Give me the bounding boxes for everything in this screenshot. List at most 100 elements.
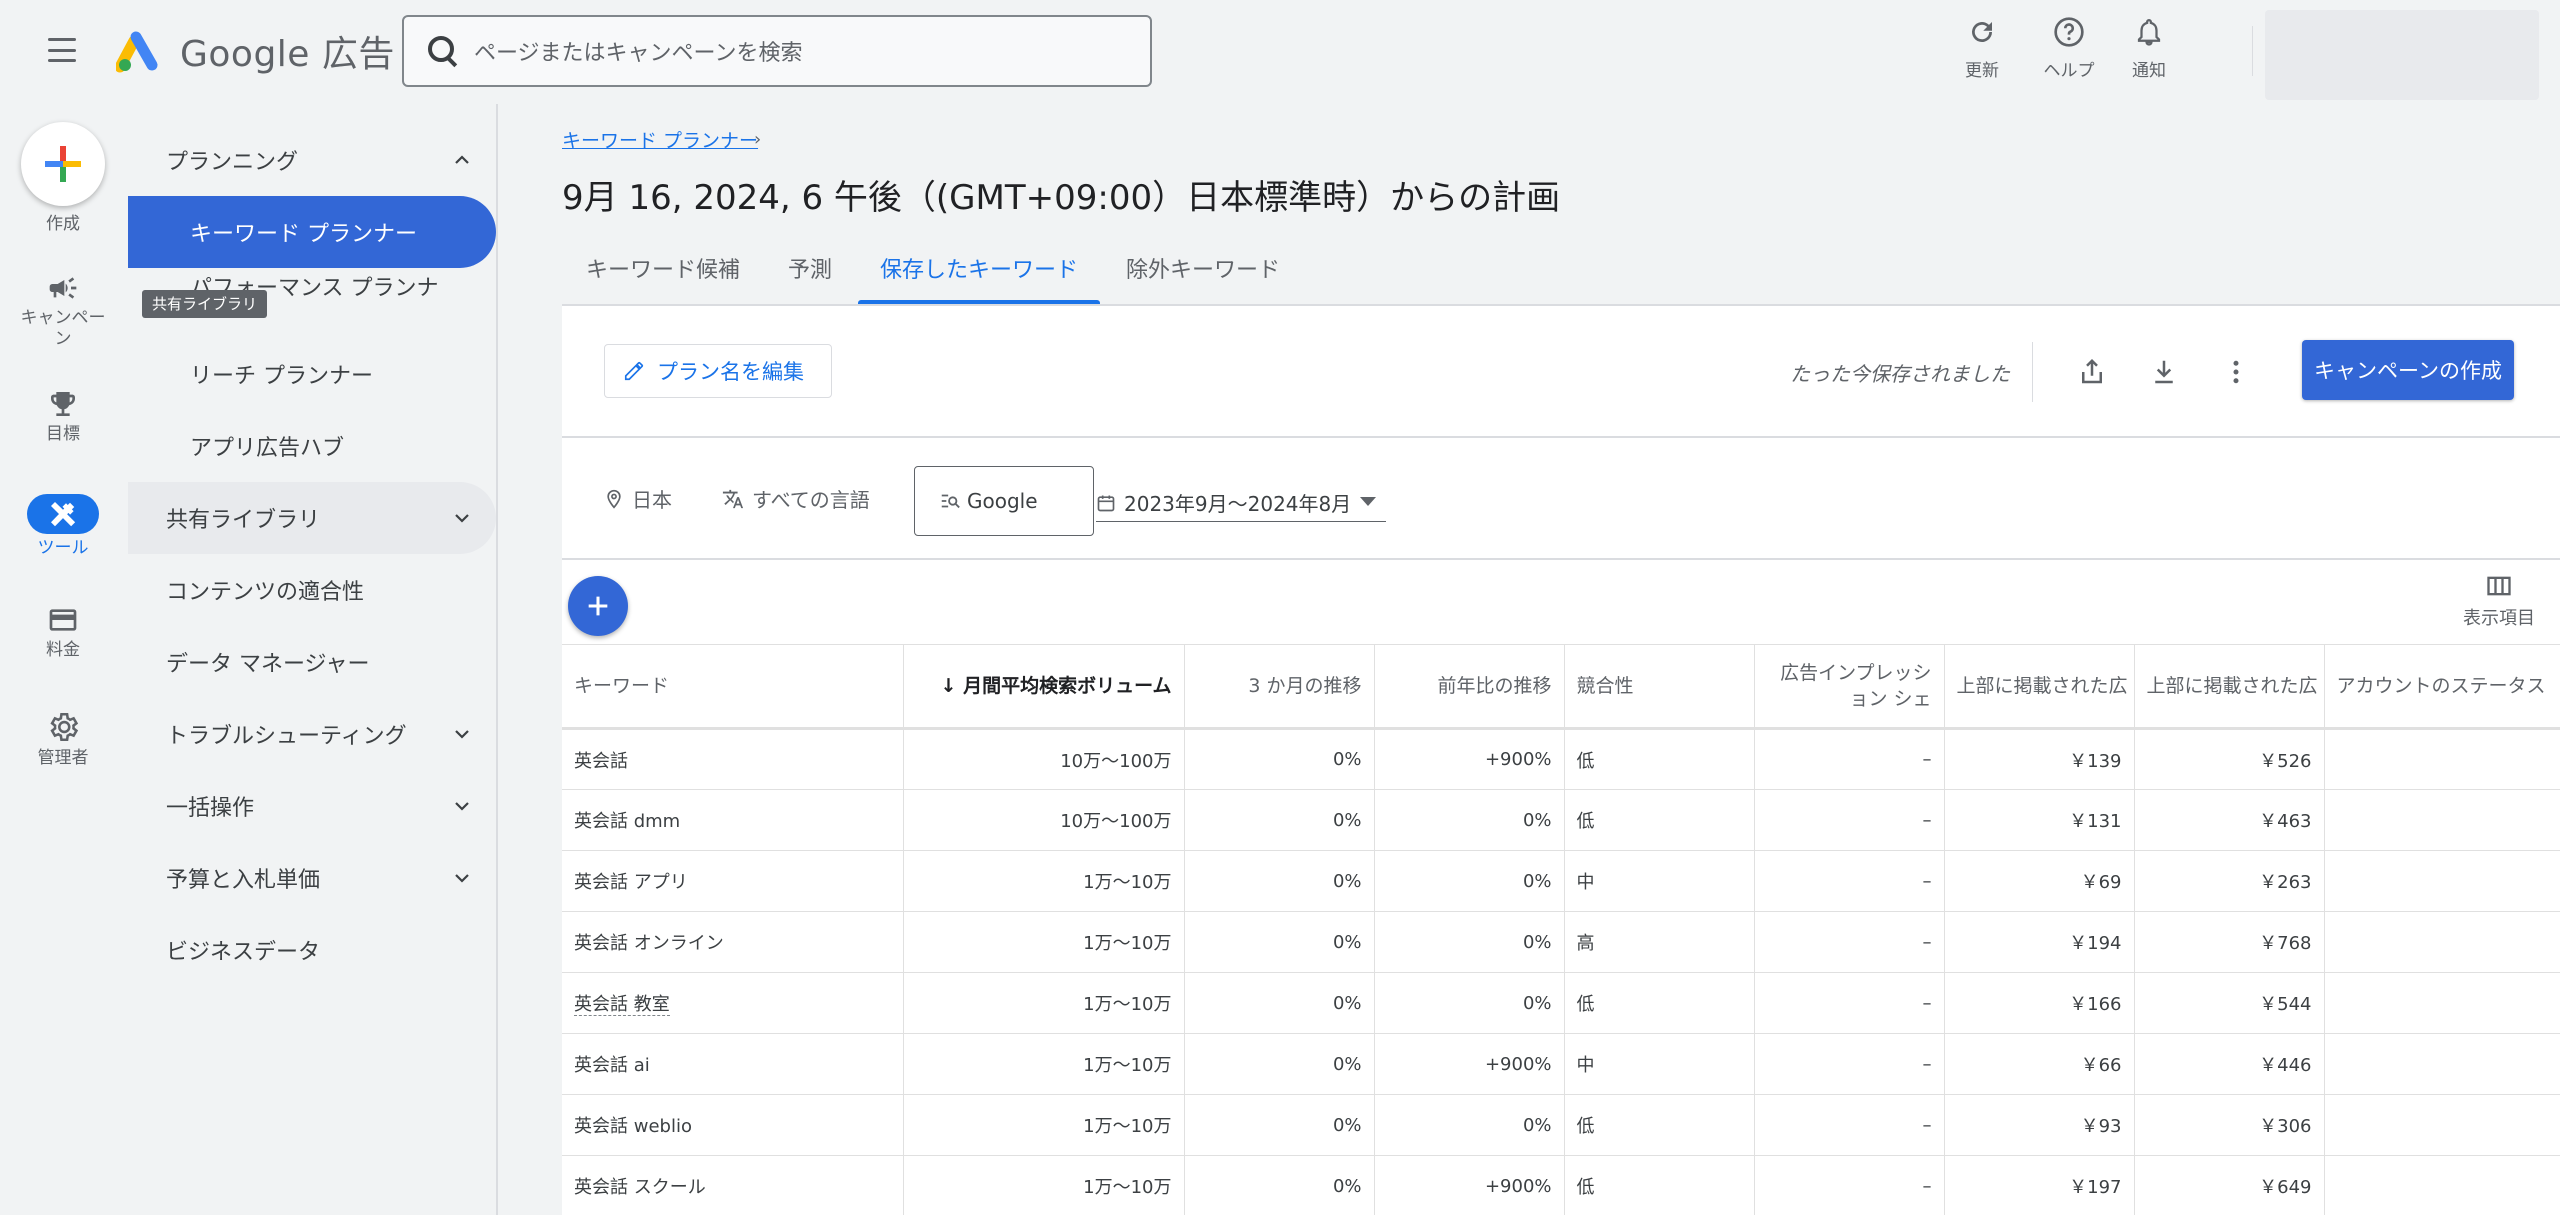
col-volume[interactable]: ↓ 月間平均検索ボリューム	[903, 644, 1185, 730]
date-range-filter[interactable]: 2023年9月〜2024年8月	[1096, 484, 1386, 522]
plus-icon	[45, 146, 81, 182]
cell-keyword-text: 英会話 dmm	[574, 811, 681, 832]
account-switcher[interactable]	[2265, 10, 2539, 100]
edit-plan-name-button[interactable]: プラン名を編集	[604, 344, 832, 398]
refresh-button[interactable]: 更新	[1937, 14, 2027, 81]
cell-trend3m-text: 0%	[1332, 992, 1362, 1014]
table-row[interactable]: 英会話 dmm 10万〜100万 0% 0% 低 – ￥131 ￥463	[562, 789, 2560, 851]
rail-campaigns-label: キャンペーン	[20, 308, 106, 349]
breadcrumb[interactable]: キーワード プランナー	[562, 126, 758, 153]
tab-keyword-ideas[interactable]: キーワード候補	[562, 244, 764, 304]
cell-top-bid-low: ￥139	[1944, 728, 2135, 790]
rail-item-billing[interactable]: 料金	[0, 604, 126, 661]
cell-keyword[interactable]: 英会話 weblio	[562, 1094, 904, 1156]
tab-negative-keywords[interactable]: 除外キーワード	[1102, 244, 1304, 304]
col-impression-share[interactable]: 広告インプレッション シェ	[1754, 644, 1945, 730]
cell-volume-text: 1万〜10万	[1083, 872, 1172, 893]
google-ads-logo-icon	[116, 31, 158, 73]
keywords-table: キーワード ↓ 月間平均検索ボリューム 3 か月の推移 前年比の推移 競合性 広…	[562, 644, 2560, 1215]
create-button[interactable]	[21, 122, 105, 206]
table-row[interactable]: 英会話 weblio 1万〜10万 0% 0% 低 – ￥93 ￥306	[562, 1094, 2560, 1156]
cell-keyword-text: 英会話 ai	[574, 1055, 650, 1076]
nav-data-manager[interactable]: データ マネージャー	[128, 626, 496, 698]
cell-keyword-text: 英会話 スクール	[574, 1177, 706, 1198]
nav-shared-library-label: 共有ライブラリ	[166, 508, 321, 533]
rail-item-goals[interactable]: 目標	[0, 388, 126, 445]
rail-item-tools[interactable]: ツール	[0, 494, 126, 559]
create-campaign-button[interactable]: キャンペーンの作成	[2302, 340, 2514, 400]
cell-account-status	[2324, 850, 2560, 912]
more-options-button[interactable]	[2214, 350, 2258, 394]
cell-keyword[interactable]: 英会話	[562, 728, 904, 790]
network-filter-label: Google	[967, 489, 1038, 513]
col-account-status[interactable]: アカウントのステータス	[2324, 644, 2560, 730]
rail-create-label-wrap[interactable]: 作成	[0, 210, 126, 235]
cell-keyword[interactable]: 英会話 dmm	[562, 789, 904, 851]
location-filter-label: 日本	[632, 488, 672, 512]
cell-yoy: 0%	[1374, 850, 1565, 912]
notifications-button[interactable]: 通知	[2104, 14, 2194, 81]
cell-top-bid-high: ￥544	[2134, 972, 2325, 1034]
help-button[interactable]: ヘルプ	[2024, 14, 2114, 81]
cell-account-status	[2324, 789, 2560, 851]
table-row[interactable]: 英会話 教室 1万〜10万 0% 0% 低 – ￥166 ￥544	[562, 972, 2560, 1034]
network-filter[interactable]: Google	[914, 466, 1094, 536]
cell-trend3m-text: 0%	[1332, 1175, 1362, 1197]
col-keyword[interactable]: キーワード	[562, 644, 904, 730]
nav-app-hub[interactable]: アプリ広告ハブ	[128, 410, 496, 482]
refresh-label: 更新	[1965, 61, 1999, 81]
cell-keyword[interactable]: 英会話 アプリ	[562, 850, 904, 912]
cell-impression-share-text: –	[1922, 992, 1932, 1014]
nav-planning-label: プランニング	[166, 150, 299, 175]
table-row[interactable]: 英会話 アプリ 1万〜10万 0% 0% 中 – ￥69 ￥263	[562, 850, 2560, 912]
location-pin-icon	[607, 489, 621, 509]
table-row[interactable]: 英会話 スクール 1万〜10万 0% +900% 低 – ￥197 ￥649	[562, 1155, 2560, 1215]
cell-top-bid-high-text: ￥544	[2259, 994, 2312, 1015]
nav-shared-library[interactable]: 共有ライブラリ	[128, 482, 496, 554]
cell-keyword[interactable]: 英会話 スクール	[562, 1155, 904, 1215]
language-filter[interactable]: すべての言語	[722, 484, 870, 513]
cell-volume-text: 1万〜10万	[1083, 994, 1172, 1015]
download-button[interactable]	[2142, 350, 2186, 394]
share-button[interactable]	[2070, 350, 2114, 394]
cell-keyword[interactable]: 英会話 教室	[562, 972, 904, 1034]
col-top-bid-high[interactable]: 上部に掲載された広	[2134, 644, 2325, 730]
nav-bulk-actions[interactable]: 一括操作	[128, 770, 496, 842]
nav-planning[interactable]: プランニング	[128, 124, 496, 196]
columns-button[interactable]: 表示項目	[2454, 572, 2544, 630]
cell-keyword[interactable]: 英会話 ai	[562, 1033, 904, 1095]
col-yoy[interactable]: 前年比の推移	[1374, 644, 1565, 730]
menu-icon[interactable]	[40, 32, 84, 68]
cell-top-bid-low-text: ￥93	[2080, 1116, 2122, 1137]
cell-yoy: +900%	[1374, 1033, 1565, 1095]
nav-troubleshooting[interactable]: トラブルシューティング	[128, 698, 496, 770]
rail-item-admin[interactable]: 管理者	[0, 710, 126, 769]
nav-reach-planner[interactable]: リーチ プランナー	[128, 338, 496, 410]
search-input[interactable]: ページまたはキャンペーンを検索	[402, 15, 1152, 87]
table-row[interactable]: 英会話 オンライン 1万〜10万 0% 0% 高 – ￥194 ￥768	[562, 911, 2560, 973]
table-row[interactable]: 英会話 ai 1万〜10万 0% +900% 中 – ￥66 ￥446	[562, 1033, 2560, 1095]
tab-saved-keywords[interactable]: 保存したキーワード	[856, 244, 1102, 304]
cell-top-bid-high-text: ￥446	[2259, 1055, 2312, 1076]
cell-top-bid-low-text: ￥197	[2069, 1177, 2122, 1198]
tab-forecast[interactable]: 予測	[764, 244, 856, 304]
location-filter[interactable]: 日本	[604, 484, 672, 513]
col-trend3m[interactable]: 3 か月の推移	[1184, 644, 1375, 730]
chevron-right-icon: ›	[754, 129, 762, 150]
add-keyword-button[interactable]	[568, 576, 628, 636]
table-row[interactable]: 英会話 10万〜100万 0% +900% 低 – ￥139 ￥526	[562, 728, 2560, 790]
nav-budgets-bids[interactable]: 予算と入札単価	[128, 842, 496, 914]
rail-item-campaigns[interactable]: キャンペーン	[0, 272, 126, 350]
nav-content-suitability[interactable]: コンテンツの適合性	[128, 554, 496, 626]
google-ads-logo[interactable]: Google 広告	[116, 26, 395, 76]
divider	[2252, 26, 2253, 76]
cell-keyword[interactable]: 英会話 オンライン	[562, 911, 904, 973]
cell-yoy: 0%	[1374, 1094, 1565, 1156]
nav-app-hub-label: アプリ広告ハブ	[190, 436, 345, 461]
col-competition[interactable]: 競合性	[1564, 644, 1755, 730]
nav-business-data[interactable]: ビジネスデータ	[128, 914, 496, 986]
tools-pill	[27, 494, 99, 534]
cell-volume: 1万〜10万	[903, 911, 1185, 973]
col-top-bid-low[interactable]: 上部に掲載された広	[1944, 644, 2135, 730]
cell-account-status	[2324, 1094, 2560, 1156]
